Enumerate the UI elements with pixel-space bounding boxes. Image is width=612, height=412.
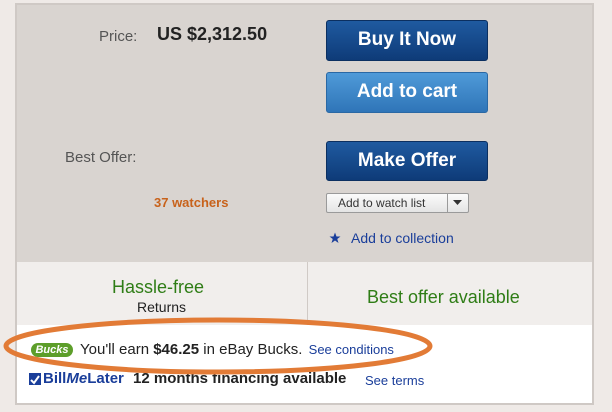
highlight-oval	[3, 317, 433, 375]
